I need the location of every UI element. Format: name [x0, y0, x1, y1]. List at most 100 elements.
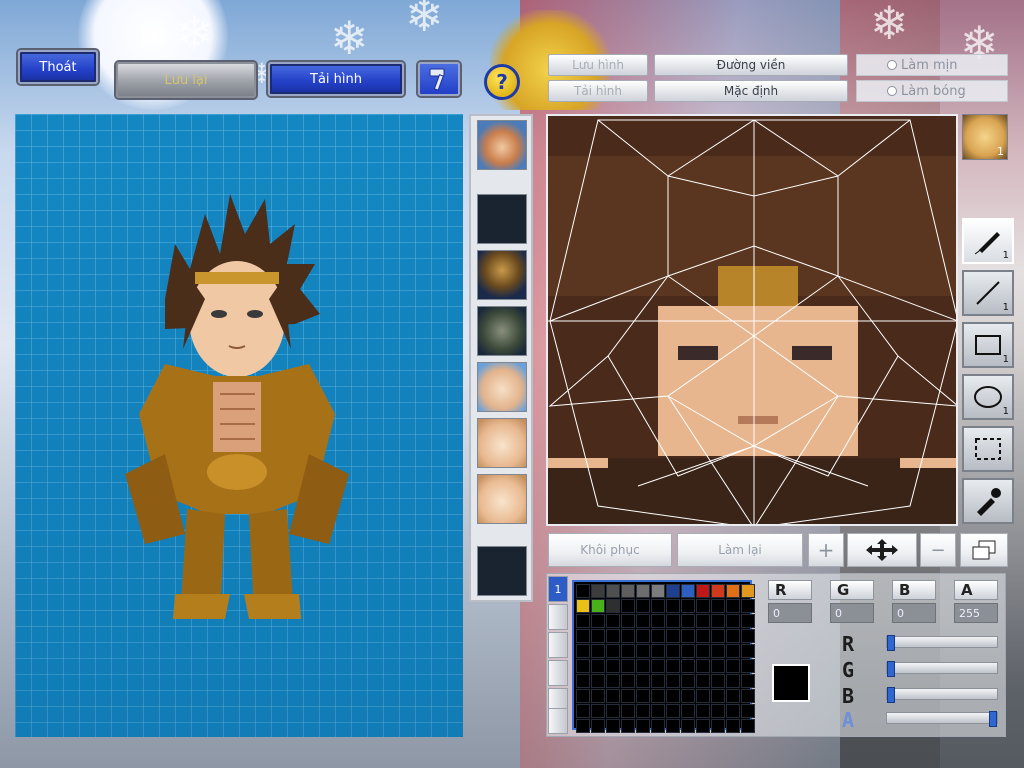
zoom-in-button[interactable]: + [808, 533, 844, 567]
palette-tab[interactable] [548, 604, 568, 630]
shiny-radio[interactable] [887, 86, 897, 96]
slider-a[interactable] [886, 711, 998, 727]
save-image-option[interactable]: Lưu hình [548, 54, 648, 76]
palette-color-cell[interactable] [606, 599, 620, 613]
palette-color-cell[interactable] [696, 674, 710, 688]
palette-color-cell[interactable] [651, 644, 665, 658]
face-part-slot[interactable] [477, 194, 527, 244]
redo-button[interactable]: Làm lại [677, 533, 803, 567]
palette-color-cell[interactable] [576, 659, 590, 673]
channel-g-value[interactable]: 0 [830, 603, 874, 623]
palette-color-cell[interactable] [576, 599, 590, 613]
palette-color-cell[interactable] [621, 704, 635, 718]
palette-color-cell[interactable] [591, 689, 605, 703]
exit-button[interactable]: Thoát [18, 50, 98, 84]
ellipse-tool[interactable]: 1 [962, 374, 1014, 420]
palette-tab[interactable] [548, 632, 568, 658]
palette-tab[interactable]: 1 [548, 576, 568, 602]
palette-color-cell[interactable] [696, 584, 710, 598]
palette-color-cell[interactable] [741, 584, 755, 598]
palette-color-cell[interactable] [606, 674, 620, 688]
palette-color-cell[interactable] [696, 614, 710, 628]
hammer-button[interactable] [418, 62, 460, 96]
palette-color-cell[interactable] [651, 674, 665, 688]
palette-color-cell[interactable] [681, 659, 695, 673]
line-tool[interactable]: 1 [962, 270, 1014, 316]
palette-color-cell[interactable] [591, 629, 605, 643]
palette-color-cell[interactable] [651, 614, 665, 628]
palette-color-cell[interactable] [651, 629, 665, 643]
palette-color-cell[interactable] [726, 584, 740, 598]
palette-color-cell[interactable] [576, 674, 590, 688]
smooth-option[interactable]: Làm mịn [856, 54, 1008, 76]
palette-color-cell[interactable] [711, 704, 725, 718]
pen-tool[interactable]: 1 [962, 218, 1014, 264]
palette-color-cell[interactable] [741, 629, 755, 643]
palette-color-cell[interactable] [681, 629, 695, 643]
palette-color-cell[interactable] [711, 674, 725, 688]
palette-color-cell[interactable] [681, 689, 695, 703]
palette-color-cell[interactable] [666, 689, 680, 703]
palette-color-cell[interactable] [726, 689, 740, 703]
palette-color-cell[interactable] [591, 644, 605, 658]
palette-color-cell[interactable] [591, 719, 605, 733]
palette-color-cell[interactable] [576, 704, 590, 718]
palette-color-cell[interactable] [681, 599, 695, 613]
palette-color-cell[interactable] [711, 599, 725, 613]
palette-color-cell[interactable] [696, 719, 710, 733]
palette-color-cell[interactable] [621, 719, 635, 733]
palette-color-cell[interactable] [696, 599, 710, 613]
palette-color-cell[interactable] [711, 644, 725, 658]
face-part-slot[interactable] [477, 250, 527, 300]
palette-color-cell[interactable] [681, 719, 695, 733]
channel-a-value[interactable]: 255 [954, 603, 998, 623]
load-image-option[interactable]: Tải hình [548, 80, 648, 102]
palette-color-cell[interactable] [681, 674, 695, 688]
palette-color-cell[interactable] [741, 644, 755, 658]
face-part-slot[interactable] [477, 120, 527, 170]
palette-color-cell[interactable] [606, 644, 620, 658]
face-part-slot[interactable] [477, 362, 527, 412]
palette-color-cell[interactable] [636, 689, 650, 703]
channel-b-value[interactable]: 0 [892, 603, 936, 623]
palette-color-cell[interactable] [726, 704, 740, 718]
palette-color-cell[interactable] [696, 704, 710, 718]
slider-r-knob[interactable] [887, 635, 895, 651]
face-editor-canvas[interactable] [546, 114, 958, 526]
palette-color-cell[interactable] [651, 584, 665, 598]
palette-color-cell[interactable] [726, 659, 740, 673]
palette-color-cell[interactable] [576, 719, 590, 733]
palette-color-cell[interactable] [681, 644, 695, 658]
palette-color-cell[interactable] [726, 719, 740, 733]
palette-color-cell[interactable] [576, 584, 590, 598]
outline-option[interactable]: Đường viền [654, 54, 848, 76]
palette-color-cell[interactable] [666, 704, 680, 718]
palette-color-cell[interactable] [681, 614, 695, 628]
palette-color-cell[interactable] [741, 704, 755, 718]
palette-color-cell[interactable] [591, 584, 605, 598]
rectangle-tool[interactable]: 1 [962, 322, 1014, 368]
face-part-slot[interactable] [477, 474, 527, 524]
palette-color-cell[interactable] [651, 599, 665, 613]
palette-color-cell[interactable] [726, 629, 740, 643]
palette-color-cell[interactable] [696, 629, 710, 643]
palette-color-cell[interactable] [591, 674, 605, 688]
palette-color-cell[interactable] [651, 719, 665, 733]
palette-color-cell[interactable] [741, 599, 755, 613]
palette-color-cell[interactable] [711, 719, 725, 733]
palette-color-cell[interactable] [621, 584, 635, 598]
palette-color-cell[interactable] [711, 629, 725, 643]
palette-color-cell[interactable] [591, 704, 605, 718]
palette-color-cell[interactable] [591, 614, 605, 628]
palette-color-cell[interactable] [726, 644, 740, 658]
palette-color-cell[interactable] [741, 614, 755, 628]
palette-color-cell[interactable] [651, 689, 665, 703]
palette-color-cell[interactable] [666, 614, 680, 628]
palette-color-cell[interactable] [681, 704, 695, 718]
palette-color-cell[interactable] [576, 614, 590, 628]
palette-color-cell[interactable] [606, 719, 620, 733]
palette-color-cell[interactable] [741, 689, 755, 703]
palette-color-cell[interactable] [741, 659, 755, 673]
palette-color-cell[interactable] [636, 599, 650, 613]
palette-color-cell[interactable] [666, 599, 680, 613]
